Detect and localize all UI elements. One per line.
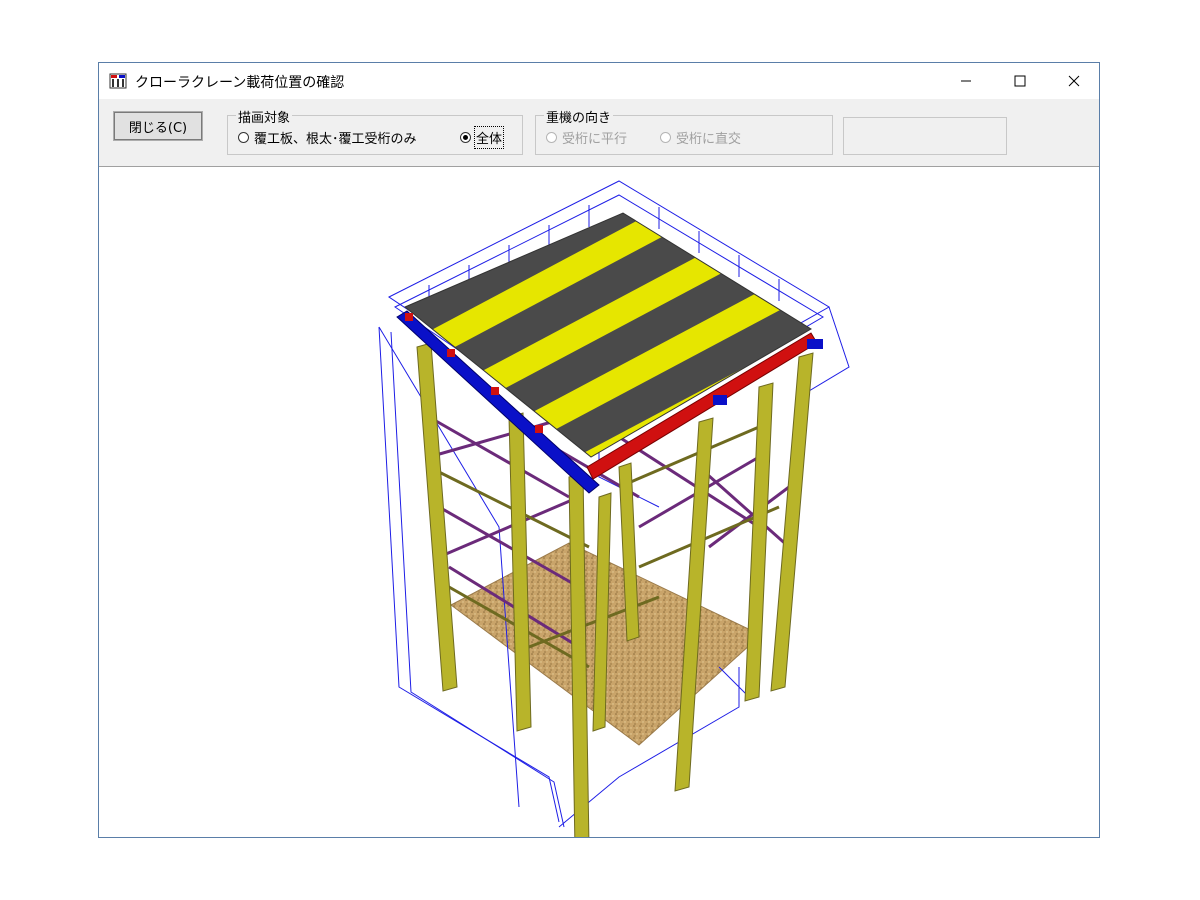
draw-target-legend: 描画対象: [236, 107, 293, 126]
maximize-icon: [1014, 75, 1026, 87]
radio-cover-only-label: 覆工板、根太･覆工受桁のみ: [254, 132, 417, 147]
app-icon: [109, 73, 127, 89]
close-icon: [1068, 75, 1080, 87]
draw-target-group: 描画対象 覆工板、根太･覆工受桁のみ 全体: [227, 107, 523, 155]
radio-perpendicular-label: 受桁に直交: [676, 132, 742, 147]
radio-all[interactable]: 全体: [460, 126, 505, 149]
radio-cover-only[interactable]: 覆工板、根太･覆工受桁のみ: [238, 128, 417, 147]
radio-parallel[interactable]: 受桁に平行: [546, 128, 627, 147]
radio-cover-only-indicator: [238, 132, 249, 143]
radio-parallel-indicator: [546, 132, 557, 143]
title-bar: クローラクレーン載荷位置の確認: [99, 63, 1099, 99]
3d-viewport[interactable]: [99, 167, 1099, 852]
minimize-button[interactable]: [939, 63, 993, 99]
window-title: クローラクレーン載荷位置の確認: [135, 75, 345, 91]
radio-all-indicator: [460, 132, 471, 143]
radio-parallel-label: 受桁に平行: [562, 132, 628, 147]
maximize-button[interactable]: [993, 63, 1047, 99]
app-window: クローラクレーン載荷位置の確認 閉じる(C) 描画対象 覆工板、根太･覆工受桁の…: [98, 62, 1100, 852]
radio-all-label: 全体: [473, 126, 505, 149]
close-dialog-button[interactable]: 閉じる(C): [113, 111, 203, 141]
crane-direction-group: 重機の向き 受桁に平行 受桁に直交: [535, 107, 833, 155]
crane-direction-legend: 重機の向き: [544, 107, 614, 126]
deck-plate: [404, 212, 812, 458]
radio-perpendicular-indicator: [660, 132, 671, 143]
toolbar: 閉じる(C) 描画対象 覆工板、根太･覆工受桁のみ 全体 重機の向き 受桁に平行…: [99, 99, 1099, 167]
structure-3d-view: [378, 180, 850, 852]
info-panel: [843, 117, 1007, 155]
minimize-icon: [961, 80, 971, 82]
radio-perpendicular[interactable]: 受桁に直交: [660, 128, 741, 147]
close-window-button[interactable]: [1047, 63, 1101, 99]
